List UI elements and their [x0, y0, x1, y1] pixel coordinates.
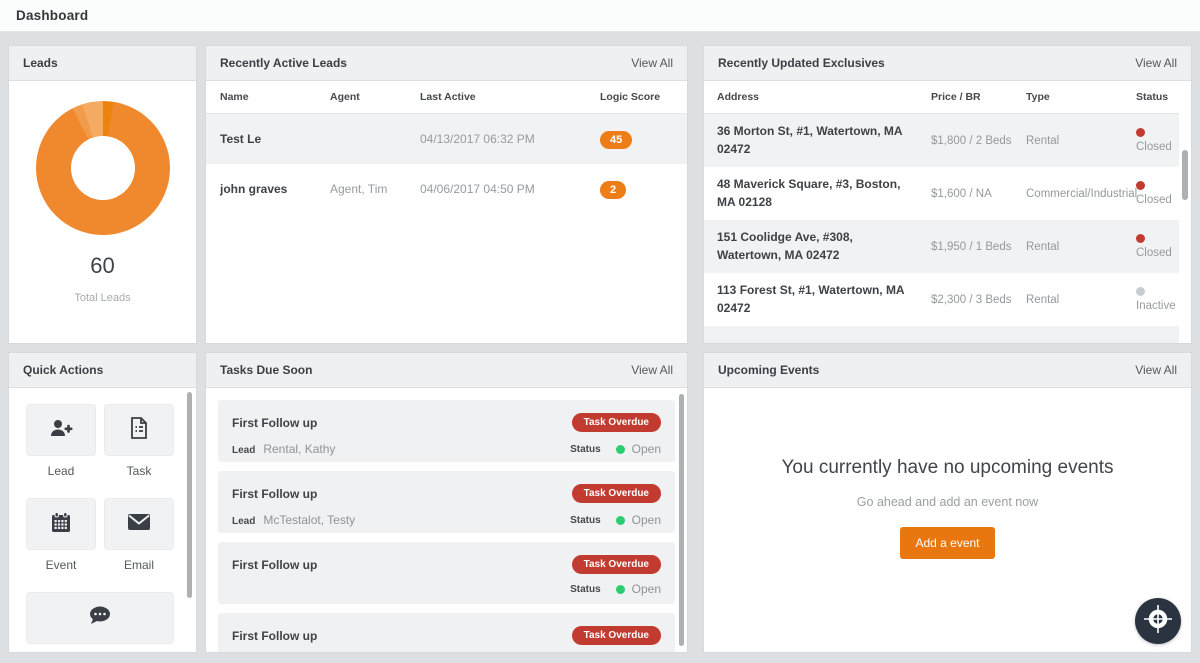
- active-leads-column-headers: Name Agent Last Active Logic Score: [206, 81, 687, 114]
- quick-action-task-label: Task: [127, 464, 152, 478]
- task-card[interactable]: First Follow up Task Overdue LeadMcTesta…: [218, 613, 675, 652]
- quick-action-lead-label: Lead: [48, 464, 75, 478]
- status-dot: [1136, 181, 1145, 190]
- page-title: Dashboard: [16, 8, 88, 23]
- recently-active-leads-panel: Recently Active Leads View All Name Agen…: [205, 45, 688, 344]
- tasks-view-all-link[interactable]: View All: [631, 363, 673, 377]
- exclusive-row[interactable]: 48 Maverick Square, #3, Boston, MA 02128…: [704, 167, 1179, 220]
- active-lead-row[interactable]: john graves Agent, Tim 04/06/2017 04:50 …: [206, 164, 687, 214]
- col-status: Status: [1136, 91, 1179, 103]
- leads-panel-header: Leads: [9, 46, 196, 81]
- exclusives-scrollbar[interactable]: [1182, 150, 1188, 200]
- task-overdue-badge: Task Overdue: [572, 626, 661, 645]
- task-overdue-badge: Task Overdue: [572, 413, 661, 432]
- exclusive-row[interactable]: 113 Forest St, #1, Watertown, MA 02472 $…: [704, 273, 1179, 326]
- active-leads-header: Recently Active Leads View All: [206, 46, 687, 81]
- quick-action-task-button[interactable]: [104, 404, 174, 456]
- task-card[interactable]: First Follow up Task Overdue LeadRental,…: [218, 400, 675, 462]
- add-event-button[interactable]: Add a event: [900, 527, 994, 559]
- exclusives-title: Recently Updated Exclusives: [718, 56, 885, 70]
- exclusive-row[interactable]: 151 Coolidge Ave, #308, Watertown, MA 02…: [704, 220, 1179, 273]
- col-type: Type: [1026, 91, 1136, 103]
- open-status-dot: [616, 445, 625, 454]
- col-address: Address: [717, 91, 931, 103]
- col-price-br: Price / BR: [931, 91, 1026, 103]
- col-name: Name: [220, 91, 330, 103]
- open-status-dot: [616, 516, 625, 525]
- events-title: Upcoming Events: [718, 363, 819, 377]
- no-events-message: You currently have no upcoming events: [704, 457, 1191, 479]
- target-crosshair-icon: [1141, 602, 1175, 641]
- quick-actions-panel: Quick Actions Lead Task: [8, 352, 197, 653]
- exclusive-row-partial[interactable]: [704, 326, 1179, 343]
- tasks-header: Tasks Due Soon View All: [206, 353, 687, 388]
- person-plus-icon: [48, 416, 74, 445]
- quick-actions-scrollbar[interactable]: [187, 392, 192, 598]
- active-leads-view-all-link[interactable]: View All: [631, 56, 673, 70]
- quick-action-email-button[interactable]: [104, 498, 174, 550]
- exclusive-row[interactable]: 36 Morton St, #1, Watertown, MA 02472 $1…: [704, 114, 1179, 167]
- upcoming-events-panel: Upcoming Events View All You currently h…: [703, 352, 1192, 653]
- tasks-title: Tasks Due Soon: [220, 363, 312, 377]
- quick-action-chat-button[interactable]: [26, 592, 174, 644]
- logic-score-badge: 45: [600, 131, 632, 149]
- calendar-icon: [49, 510, 73, 539]
- quick-actions-header: Quick Actions: [9, 353, 196, 388]
- exclusives-header: Recently Updated Exclusives View All: [704, 46, 1191, 81]
- envelope-icon: [126, 512, 152, 537]
- leads-panel: Leads 60 Total Leads: [8, 45, 197, 344]
- leads-panel-title: Leads: [23, 56, 58, 70]
- quick-action-lead-button[interactable]: [26, 404, 96, 456]
- active-lead-row[interactable]: Test Le 04/13/2017 06:32 PM 45: [206, 114, 687, 164]
- events-view-all-link[interactable]: View All: [1135, 363, 1177, 377]
- events-header: Upcoming Events View All: [704, 353, 1191, 388]
- quick-actions-title: Quick Actions: [23, 363, 103, 377]
- task-overdue-badge: Task Overdue: [572, 484, 661, 503]
- donut-hole: [71, 136, 135, 200]
- leads-donut-chart: [36, 101, 170, 235]
- no-events-subtitle: Go ahead and add an event now: [704, 495, 1191, 509]
- status-dot: [1136, 287, 1145, 296]
- task-card[interactable]: First Follow up Task Overdue LeadMcTesta…: [218, 471, 675, 533]
- col-agent: Agent: [330, 91, 420, 103]
- exclusives-view-all-link[interactable]: View All: [1135, 56, 1177, 70]
- logic-score-badge: 2: [600, 181, 626, 199]
- target-fab-button[interactable]: [1135, 598, 1181, 644]
- top-bar: Dashboard: [0, 0, 1200, 32]
- chat-bubble-icon: [87, 604, 113, 633]
- quick-action-event-label: Event: [46, 558, 77, 572]
- tasks-scrollbar[interactable]: [679, 394, 684, 646]
- recently-updated-exclusives-panel: Recently Updated Exclusives View All Add…: [703, 45, 1192, 344]
- quick-action-event-button[interactable]: [26, 498, 96, 550]
- active-leads-title: Recently Active Leads: [220, 56, 347, 70]
- total-leads-value: 60: [90, 253, 114, 279]
- task-card[interactable]: First Follow up Task Overdue StatusOpen: [218, 542, 675, 604]
- quick-action-email-label: Email: [124, 558, 154, 572]
- col-logic-score: Logic Score: [600, 91, 687, 103]
- status-dot: [1136, 128, 1145, 137]
- col-last-active: Last Active: [420, 91, 600, 103]
- exclusives-column-headers: Address Price / BR Type Status: [704, 81, 1179, 114]
- task-overdue-badge: Task Overdue: [572, 555, 661, 574]
- task-document-icon: [128, 416, 150, 445]
- tasks-due-soon-panel: Tasks Due Soon View All First Follow up …: [205, 352, 688, 653]
- total-leads-label: Total Leads: [74, 292, 130, 304]
- open-status-dot: [616, 585, 625, 594]
- status-dot: [1136, 234, 1145, 243]
